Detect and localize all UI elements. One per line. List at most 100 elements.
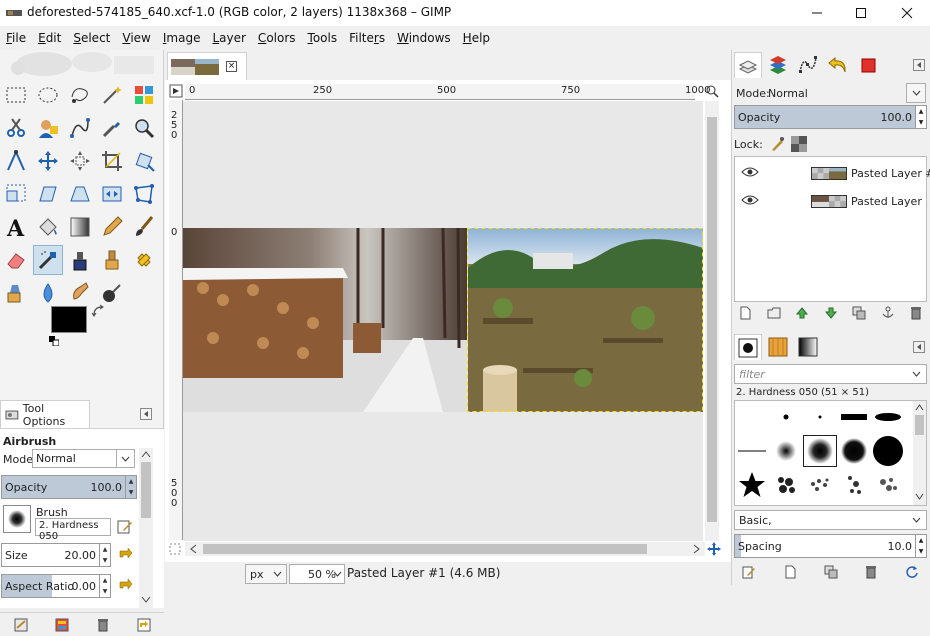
layer-opacity-spin-icon[interactable]: ▲ ▼ (915, 106, 926, 128)
brush-scroll-thumb[interactable] (915, 415, 924, 435)
reset-size-icon[interactable] (118, 547, 134, 563)
save-tool-preset-icon[interactable] (13, 617, 29, 633)
navigate-icon[interactable] (707, 542, 721, 556)
tab-patterns[interactable] (764, 334, 792, 360)
horizontal-ruler[interactable]: 0 250 500 750 1000 (185, 84, 710, 100)
lock-pixels-icon[interactable] (769, 136, 785, 152)
new-layer-icon[interactable] (738, 306, 752, 320)
tab-gradients[interactable] (794, 334, 822, 360)
tool-shear-tool[interactable] (33, 179, 63, 209)
brush-item[interactable] (735, 435, 769, 467)
opacity-slider[interactable]: Opacity 100.0 ▲ ▼ (1, 475, 137, 499)
menu-item-help[interactable]: Help (457, 28, 496, 50)
canvas[interactable] (183, 101, 703, 541)
tool-scissors-select[interactable] (1, 113, 31, 143)
scroll-down-icon[interactable] (141, 596, 151, 604)
menu-item-select[interactable]: Select (67, 28, 116, 50)
tool-move-tool[interactable] (33, 146, 63, 176)
tool-cage-transform[interactable] (129, 179, 159, 209)
mode-select[interactable]: Normal (32, 449, 135, 468)
brush-preview-icon[interactable] (3, 505, 31, 533)
tool-clone-tool[interactable] (97, 245, 127, 275)
anchor-layer-icon[interactable] (881, 306, 895, 320)
menu-item-filters[interactable]: Filters (343, 28, 391, 50)
new-layer-group-icon[interactable] (767, 306, 781, 320)
duplicate-brush-icon[interactable] (824, 565, 838, 579)
tool-bucket-fill[interactable] (33, 212, 63, 242)
foreground-color-swatch[interactable] (51, 306, 87, 333)
vertical-scrollbar[interactable] (705, 101, 719, 541)
tool-crop-tool[interactable] (97, 146, 127, 176)
menu-item-edit[interactable]: Edit (32, 28, 67, 50)
scroll-left-icon[interactable] (189, 544, 197, 554)
tool-options-scroll-thumb[interactable] (141, 462, 151, 518)
brush-item[interactable] (871, 435, 905, 467)
close-window-button[interactable] (884, 0, 930, 26)
tab-paths[interactable] (794, 52, 822, 78)
scroll-right-icon[interactable] (693, 544, 701, 554)
default-colors-icon[interactable] (49, 336, 59, 346)
zoom-select[interactable]: 50 % (289, 564, 345, 584)
layer-opacity-slider[interactable]: Opacity 100.0 ▲ ▼ (734, 105, 927, 129)
delete-brush-icon[interactable] (864, 565, 878, 579)
tool-select-by-color[interactable] (129, 80, 159, 110)
brush-item[interactable] (837, 401, 871, 433)
tool-heal-tool[interactable] (129, 245, 159, 275)
delete-tool-preset-icon[interactable] (95, 617, 111, 633)
tool-airbrush-tool[interactable] (33, 245, 63, 275)
maximize-button[interactable] (838, 0, 884, 26)
restore-tool-preset-icon[interactable] (54, 617, 70, 633)
tool-pencil-tool[interactable] (97, 212, 127, 242)
lower-layer-icon[interactable] (824, 306, 838, 320)
tool-options-menu-icon[interactable] (140, 408, 152, 420)
delete-layer-icon[interactable] (909, 306, 923, 320)
deforested-image-layers[interactable] (183, 228, 703, 412)
layer-row-pasted-layer[interactable]: Pasted Layer (735, 187, 926, 215)
tool-color-picker[interactable] (97, 113, 127, 143)
aspect-ratio-slider[interactable]: Aspect Ratio 0.00 ▲ ▼ (1, 574, 111, 598)
brush-spacing-slider[interactable]: Spacing 10.0 ▲ ▼ (734, 534, 927, 558)
eye-icon[interactable] (741, 194, 759, 206)
tool-options-scrollbar[interactable] (139, 448, 153, 608)
brush-item[interactable] (871, 469, 905, 501)
tool-blend-tool[interactable] (65, 212, 95, 242)
edit-brush-icon[interactable] (742, 565, 756, 579)
brush-item[interactable] (837, 469, 871, 501)
tool-ellipse-select[interactable] (33, 80, 63, 110)
zoom-fit-icon[interactable] (705, 84, 719, 98)
size-slider[interactable]: Size 20.00 ▲ ▼ (1, 543, 111, 567)
layer-mode-value[interactable]: Normal (768, 87, 808, 100)
brush-item[interactable] (769, 469, 803, 501)
layer-row-pasted-layer-1[interactable]: Pasted Layer #1 (735, 159, 930, 187)
image-tab-deforested[interactable]: × (167, 52, 247, 80)
opacity-spin-icon[interactable]: ▲ ▼ (125, 476, 136, 498)
tool-eraser-tool[interactable] (1, 245, 31, 275)
tab-layers[interactable] (734, 52, 762, 78)
scroll-up-icon[interactable] (141, 450, 151, 458)
toggle-zoom-icon[interactable] (169, 543, 181, 555)
horizontal-scrollbar[interactable] (185, 542, 705, 556)
swap-colors-icon[interactable] (91, 304, 105, 318)
tool-flip-tool[interactable] (97, 179, 127, 209)
brush-tag-select[interactable]: Basic, (734, 510, 927, 530)
tab-document-history[interactable] (854, 52, 882, 78)
size-spin-icon[interactable]: ▲ ▼ (99, 544, 110, 566)
brush-item[interactable] (803, 469, 837, 501)
brush-item[interactable] (769, 401, 803, 433)
brush-name-field[interactable]: 2. Hardness 050 (35, 518, 111, 542)
edit-brush-icon[interactable] (117, 519, 133, 535)
menu-item-tools[interactable]: Tools (302, 28, 344, 50)
tab-channels[interactable] (764, 52, 792, 78)
layer-mode-dropdown[interactable] (906, 83, 926, 103)
tool-align-tool[interactable] (65, 146, 95, 176)
brush-item-selected[interactable] (803, 435, 837, 467)
layers-dock-menu-icon[interactable] (913, 59, 925, 71)
menu-item-colors[interactable]: Colors (252, 28, 302, 50)
tool-free-select[interactable] (65, 80, 95, 110)
lock-alpha-icon[interactable] (790, 136, 807, 152)
tool-rect-select[interactable] (1, 80, 31, 110)
tab-brushes[interactable] (734, 334, 762, 360)
brush-item[interactable] (769, 435, 803, 467)
tool-foreground-select[interactable] (33, 113, 63, 143)
aspect-ratio-spin-icon[interactable]: ▲ ▼ (99, 575, 110, 597)
